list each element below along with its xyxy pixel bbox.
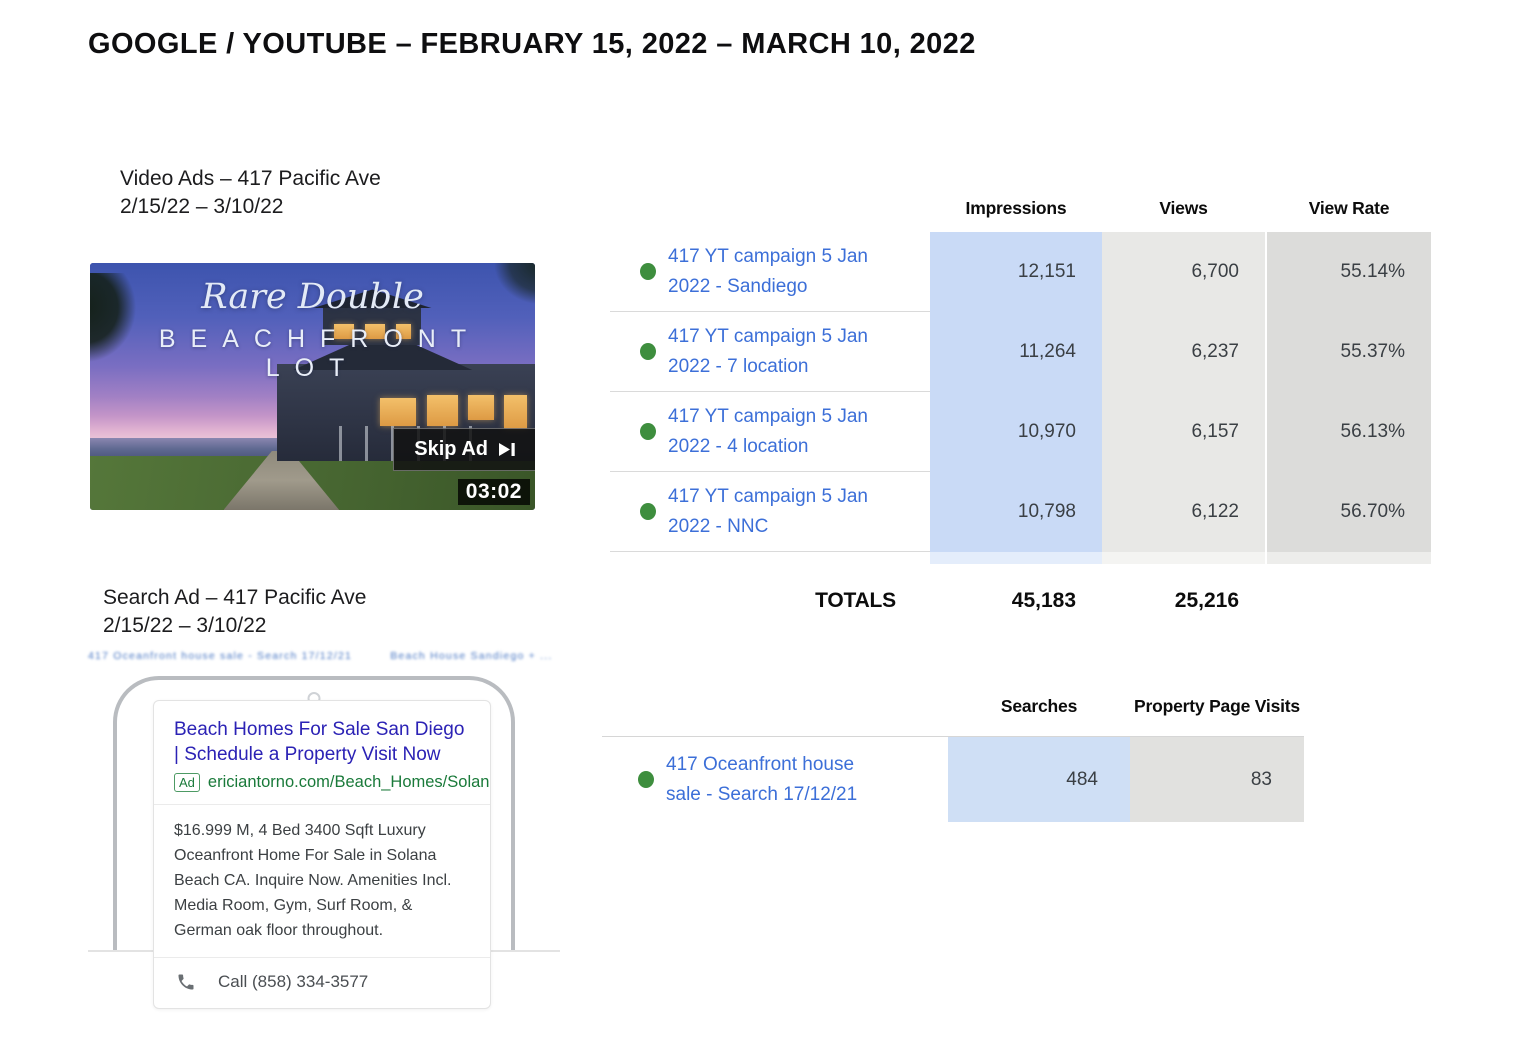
phone-call-icon — [176, 972, 196, 992]
table-row: 417 Oceanfront house sale - Search 17/12… — [602, 736, 948, 822]
report-slide: GOOGLE / YOUTUBE – FEBRUARY 15, 2022 – M… — [0, 0, 1538, 1042]
views-value: 6,157 — [1102, 392, 1265, 472]
skip-next-icon — [498, 442, 517, 457]
status-dot-icon — [640, 503, 656, 520]
property-page-visits-value: 83 — [1130, 736, 1304, 822]
search-ad-heading-line1: Search Ad – 417 Pacific Ave — [103, 584, 366, 612]
status-dot-icon — [640, 423, 656, 440]
table-corner — [610, 196, 930, 232]
video-duration-badge: 03:02 — [458, 479, 530, 505]
views-value: 6,122 — [1102, 472, 1265, 552]
column-header-views: Views — [1102, 196, 1265, 232]
search-metrics-table: Searches Property Page Visits 417 Oceanf… — [602, 688, 1304, 822]
view-rate-value: 55.14% — [1267, 232, 1431, 312]
video-ads-heading-line1: Video Ads – 417 Pacific Ave — [120, 165, 381, 193]
thumbnail-caps-title: BEACHFRONT LOT — [90, 325, 535, 383]
cropped-text-right: Beach House Sandiego + ... — [390, 650, 552, 662]
ad-headline-link[interactable]: Beach Homes For Sale San Diego | Schedul… — [174, 717, 470, 767]
search-ad-heading-line2: 2/15/22 – 3/10/22 — [103, 612, 366, 640]
views-value: 6,237 — [1102, 312, 1265, 392]
call-extension[interactable]: Call (858) 334-3577 — [154, 957, 490, 1008]
video-ad-thumbnail[interactable]: Rare Double BEACHFRONT LOT Skip Ad 03:02 — [90, 263, 535, 510]
impressions-value: 10,970 — [930, 392, 1102, 472]
view-rate-value: 56.13% — [1267, 392, 1431, 472]
column-header-searches: Searches — [948, 688, 1130, 736]
video-ads-heading: Video Ads – 417 Pacific Ave 2/15/22 – 3/… — [120, 165, 381, 221]
video-ads-heading-line2: 2/15/22 – 3/10/22 — [120, 193, 381, 221]
column-header-view-rate: View Rate — [1267, 196, 1431, 232]
table-row: 417 YT campaign 5 Jan 2022 - NNC — [610, 472, 930, 552]
page-title: GOOGLE / YOUTUBE – FEBRUARY 15, 2022 – M… — [88, 28, 976, 61]
column-header-property-page-visits: Property Page Visits — [1130, 688, 1304, 736]
cropped-text-left: 417 Oceanfront house sale - Search 17/12… — [88, 650, 352, 662]
status-dot-icon — [640, 343, 656, 360]
column-header-impressions: Impressions — [930, 196, 1102, 232]
table-row: 417 YT campaign 5 Jan 2022 - Sandiego — [610, 232, 930, 312]
video-metrics-table: Impressions Views View Rate 417 YT campa… — [610, 196, 1431, 624]
impressions-value: 10,798 — [930, 472, 1102, 552]
totals-label: TOTALS — [610, 578, 930, 624]
status-dot-icon — [638, 771, 654, 788]
campaign-link[interactable]: 417 YT campaign 5 Jan 2022 - NNC — [668, 482, 905, 542]
view-rate-value: 55.37% — [1267, 312, 1431, 392]
skip-ad-label: Skip Ad — [414, 438, 488, 461]
views-value: 6,700 — [1102, 232, 1265, 312]
ad-badge: Ad — [174, 773, 200, 792]
search-ad-heading: Search Ad – 417 Pacific Ave 2/15/22 – 3/… — [103, 584, 366, 640]
campaign-link[interactable]: 417 YT campaign 5 Jan 2022 - Sandiego — [668, 242, 905, 302]
table-row: 417 YT campaign 5 Jan 2022 - 4 location — [610, 392, 930, 472]
ad-display-url: ericiantorno.com/Beach_Homes/Solana_B... — [208, 773, 491, 792]
view-rate-value: 56.70% — [1267, 472, 1431, 552]
search-ad-card: Beach Homes For Sale San Diego | Schedul… — [153, 700, 491, 1009]
campaign-link[interactable]: 417 YT campaign 5 Jan 2022 - 4 location — [668, 402, 905, 462]
impressions-value: 11,264 — [930, 312, 1102, 392]
house-window — [504, 395, 527, 429]
call-text: Call (858) 334-3577 — [218, 972, 368, 992]
cropped-text-row: 417 Oceanfront house sale - Search 17/12… — [88, 650, 560, 664]
ad-description: $16.999 M, 4 Bed 3400 Sqft Luxury Oceanf… — [154, 804, 490, 957]
house-window — [468, 395, 494, 420]
skip-ad-button[interactable]: Skip Ad — [393, 428, 535, 471]
status-dot-icon — [640, 263, 656, 280]
table-row: 417 YT campaign 5 Jan 2022 - 7 location — [610, 312, 930, 392]
campaign-link[interactable]: 417 Oceanfront house sale - Search 17/12… — [666, 750, 884, 810]
house-window — [380, 398, 416, 426]
campaign-link[interactable]: 417 YT campaign 5 Jan 2022 - 7 location — [668, 322, 905, 382]
house-window — [427, 395, 458, 426]
thumbnail-script-title: Rare Double — [90, 277, 535, 317]
totals-impressions: 45,183 — [930, 578, 1102, 624]
impressions-value: 12,151 — [930, 232, 1102, 312]
totals-views: 25,216 — [1102, 578, 1265, 624]
searches-value: 484 — [948, 736, 1130, 822]
